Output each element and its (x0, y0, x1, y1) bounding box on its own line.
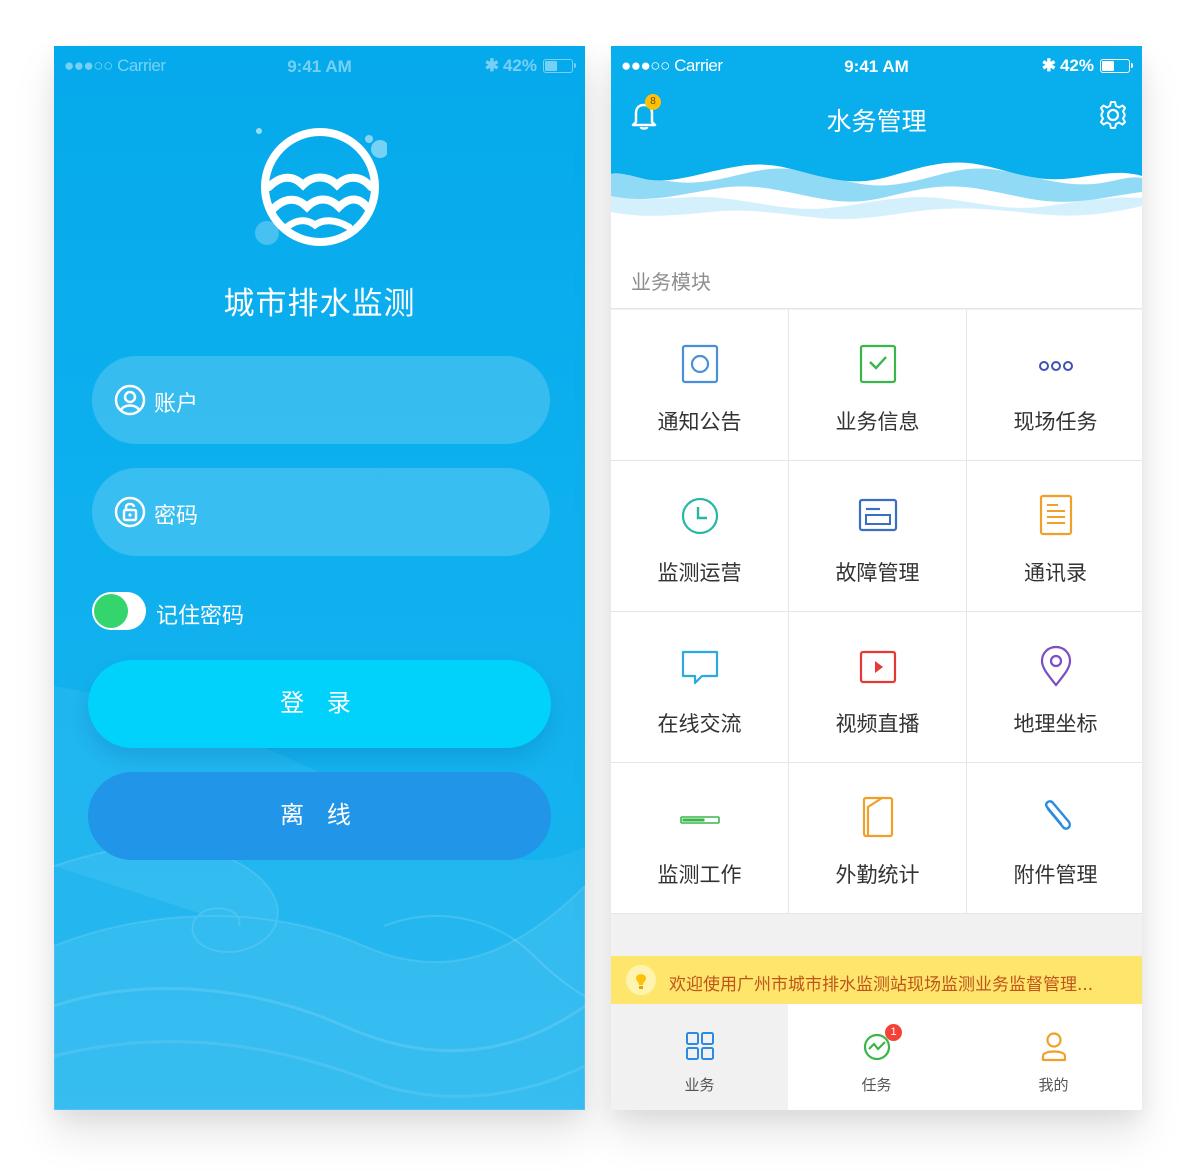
login-button[interactable]: 登 录 (88, 660, 551, 748)
module-monitoring-work[interactable]: 监测工作 (611, 763, 788, 913)
water-logo-icon (255, 128, 387, 246)
module-grid: 通知公告 业务信息 现场任务 监测运营 故障管理 通讯录 在线交流 视频直播 地… (611, 310, 1142, 914)
module-label: 现场任务 (1013, 410, 1098, 434)
gear-icon[interactable] (1098, 100, 1128, 130)
module-fieldwork-stats[interactable]: 外勤统计 (789, 763, 966, 913)
account-placeholder: 账户 (154, 392, 199, 417)
module-label: 地理坐标 (1013, 712, 1098, 736)
card-icon (858, 498, 897, 532)
tab-label: 任务 (861, 1076, 892, 1094)
module-geo-coords[interactable]: 地理坐标 (967, 612, 1142, 762)
battery-icon (543, 59, 576, 73)
page-title: 水务管理 (826, 107, 927, 136)
user-circle-icon (114, 384, 146, 416)
battery-status: ✱ 42% (1041, 56, 1133, 76)
bluetooth-icon: ✱ (1041, 56, 1056, 75)
header: ●●●○○ Carrier 9:41 AM ✱ 42% 8 水务管理 (611, 46, 1142, 236)
module-label: 外勤统计 (835, 863, 920, 887)
tab-label: 我的 (1038, 1076, 1069, 1094)
module-label: 视频直播 (835, 712, 920, 736)
module-video-live[interactable]: 视频直播 (789, 612, 966, 762)
module-label: 通讯录 (1024, 561, 1087, 585)
lightbulb-icon (626, 965, 656, 995)
module-contacts[interactable]: 通讯录 (967, 461, 1142, 611)
more-dots-icon (1038, 361, 1073, 371)
notice-text: 欢迎使用广州市城市排水监测站现场监测业务监督管理... (669, 975, 1094, 995)
bluetooth-icon: ✱ (484, 56, 499, 75)
task-badge: 1 (885, 1024, 902, 1041)
module-attachments[interactable]: 附件管理 (967, 763, 1142, 913)
module-notice[interactable]: 通知公告 (611, 310, 788, 460)
login-screen: ●●●○○ Carrier 9:41 AM ✱ 42% 城市排水监测 账户 密码… (54, 46, 585, 1110)
module-fault-mgmt[interactable]: 故障管理 (789, 461, 966, 611)
contacts-icon (1039, 494, 1072, 536)
battery-status: ✱ 42% (484, 56, 576, 76)
remember-password-label: 记住密码 (156, 604, 245, 629)
module-label: 监测运营 (657, 561, 742, 585)
battery-percent: 42% (1059, 56, 1094, 75)
user-icon (1041, 1032, 1066, 1062)
section-title: 业务模块 (631, 270, 711, 294)
door-icon (862, 796, 893, 838)
notice-icon (681, 344, 718, 384)
tab-mine[interactable]: 我的 (965, 1004, 1142, 1110)
app-title: 城市排水监测 (223, 286, 416, 322)
module-label: 故障管理 (835, 561, 920, 585)
check-doc-icon (859, 344, 896, 384)
module-label: 在线交流 (657, 712, 742, 736)
module-monitoring-ops[interactable]: 监测运营 (611, 461, 788, 611)
module-label: 通知公告 (657, 410, 742, 434)
toggle-knob (94, 594, 128, 628)
tab-tasks[interactable]: 1 任务 (788, 1004, 965, 1110)
module-field-task[interactable]: 现场任务 (967, 310, 1142, 460)
module-label: 业务信息 (835, 410, 920, 434)
status-bar: ●●●○○ Carrier 9:41 AM ✱ 42% (54, 46, 585, 88)
lock-icon (114, 496, 146, 528)
battery-icon (1100, 59, 1133, 73)
tab-business[interactable]: 业务 (611, 1004, 788, 1110)
status-bar: ●●●○○ Carrier 9:41 AM ✱ 42% (611, 46, 1142, 88)
grid-icon (685, 1032, 714, 1060)
paperclip-icon (1044, 800, 1071, 830)
section-header: 业务模块 (611, 236, 1142, 309)
battery-percent: 42% (502, 56, 537, 75)
module-business-info[interactable]: 业务信息 (789, 310, 966, 460)
account-field[interactable]: 账户 (92, 356, 550, 444)
password-field[interactable]: 密码 (92, 468, 550, 556)
location-pin-icon (1040, 645, 1071, 687)
clock-icon (681, 497, 718, 535)
password-placeholder: 密码 (154, 504, 199, 529)
module-online-chat[interactable]: 在线交流 (611, 612, 788, 762)
module-label: 监测工作 (657, 863, 742, 887)
progress-icon (679, 816, 720, 824)
video-icon (859, 650, 896, 684)
module-label: 附件管理 (1013, 863, 1098, 887)
tab-bar: 业务 1 任务 我的 (611, 1004, 1142, 1110)
main-screen: ●●●○○ Carrier 9:41 AM ✱ 42% 8 水务管理 业务模块 (611, 46, 1142, 1110)
tab-label: 业务 (684, 1076, 715, 1094)
notice-banner[interactable]: 欢迎使用广州市城市排水监测站现场监测业务监督管理... (611, 956, 1142, 1004)
remember-password-toggle[interactable] (92, 592, 146, 630)
offline-button[interactable]: 离 线 (88, 772, 551, 860)
chat-icon (681, 650, 718, 685)
